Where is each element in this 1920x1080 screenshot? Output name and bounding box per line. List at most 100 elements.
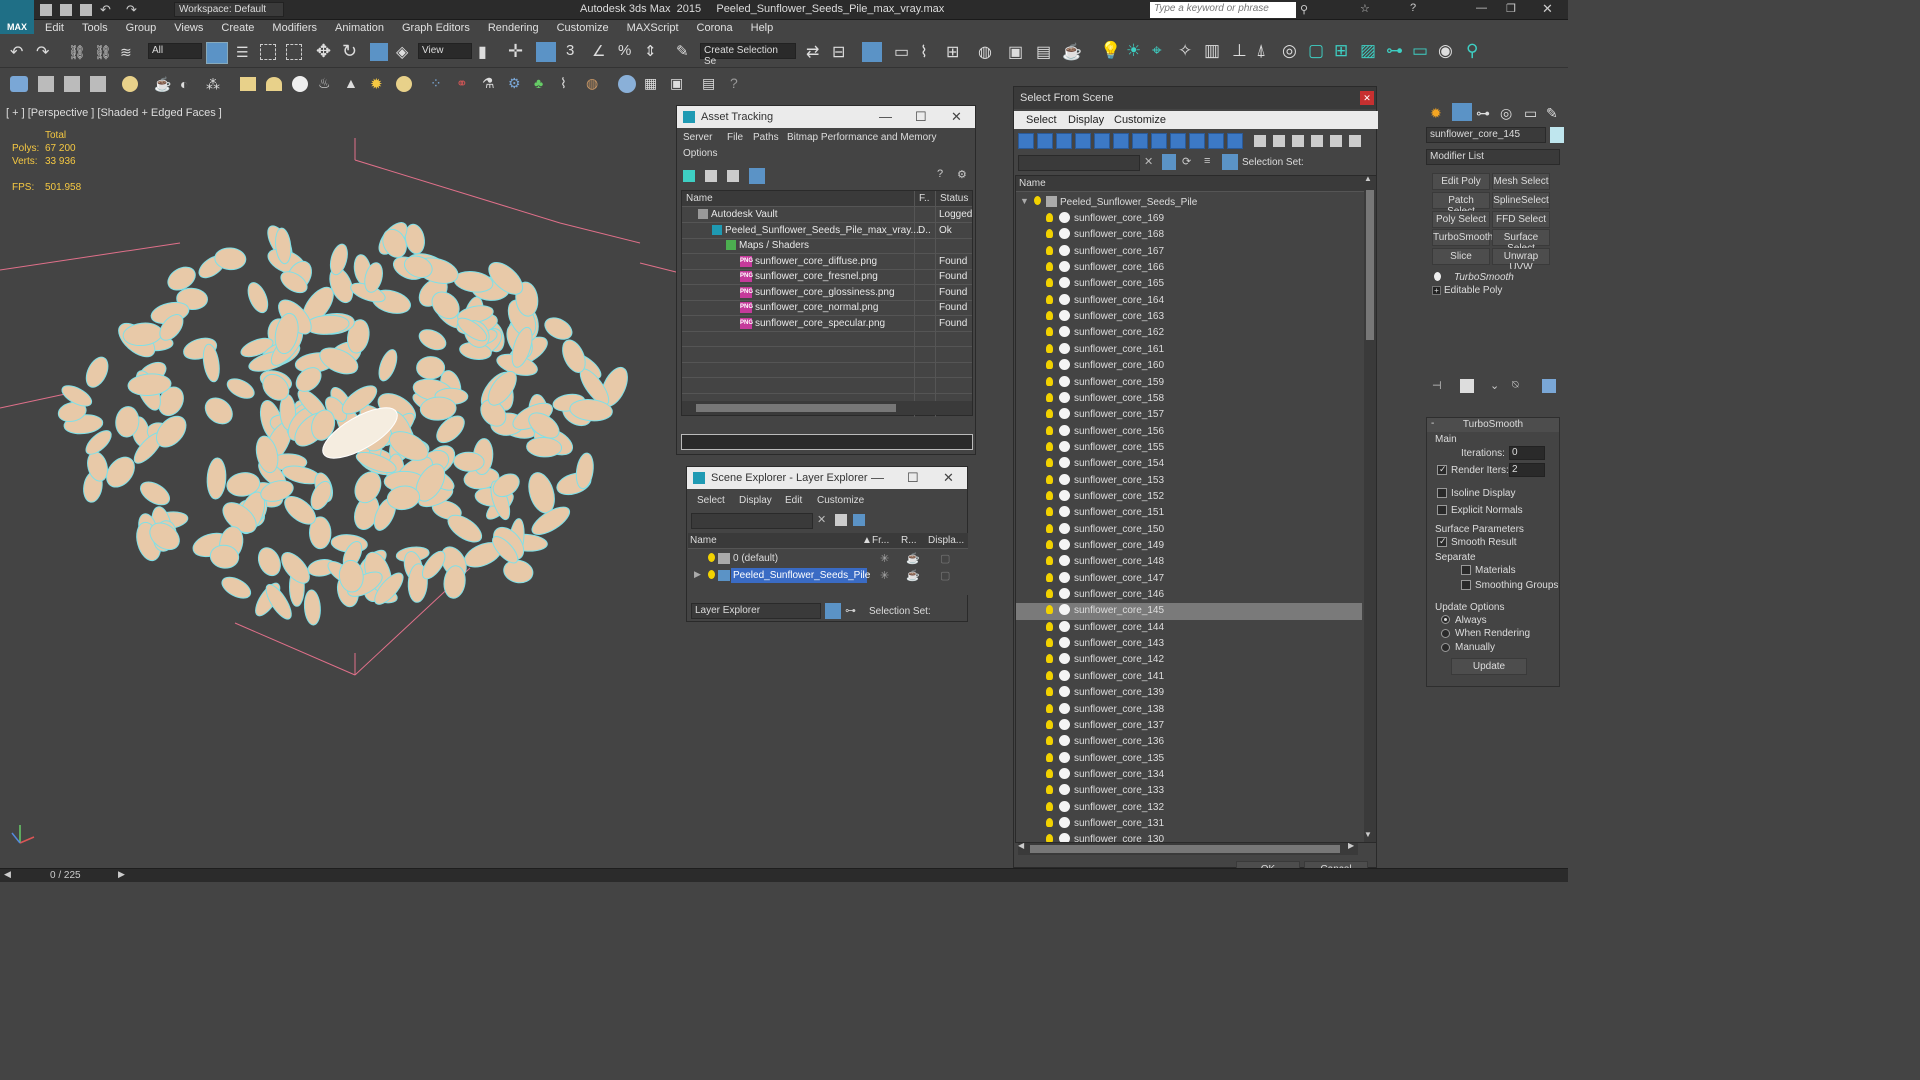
rect-selection-icon[interactable] — [260, 44, 276, 60]
asset-row[interactable]: Autodesk Vault Logged — [682, 208, 972, 223]
snaps-toggle-icon[interactable]: 3 — [566, 42, 574, 59]
render-teapot-icon[interactable]: ☕ — [906, 552, 920, 565]
helpers-filter-icon[interactable] — [1094, 133, 1110, 149]
shell-icon[interactable]: ◍ — [586, 75, 598, 92]
sort-arrow-icon[interactable]: ▲ — [862, 535, 872, 546]
object-row[interactable]: sunflower_core_163 — [1016, 309, 1362, 325]
light-bulb-icon[interactable] — [1046, 343, 1053, 353]
frame-buffer-icon[interactable]: ▥ — [1204, 41, 1220, 61]
render-iters-checkbox[interactable]: ✓ — [1437, 464, 1447, 475]
light-bulb-icon[interactable] — [1434, 272, 1441, 281]
stack-item-turbosmooth[interactable]: TurboSmooth — [1454, 272, 1514, 283]
proxy-icon[interactable]: ⊥ — [1232, 41, 1247, 61]
object-row[interactable]: sunflower_core_131 — [1016, 816, 1362, 832]
redo-icon[interactable]: ↷ — [126, 2, 137, 18]
asset-row[interactable]: Maps / Shaders — [682, 239, 972, 254]
light-bulb-icon[interactable] — [1046, 670, 1053, 680]
grid-view-icon[interactable] — [749, 168, 765, 184]
light-bulb-icon[interactable] — [1046, 409, 1053, 419]
menu-select[interactable]: Select — [697, 495, 725, 506]
containers-filter-icon[interactable] — [1189, 133, 1205, 149]
menu-customize[interactable]: Customize — [548, 20, 618, 36]
scroll-down-icon[interactable]: ▼ — [1364, 830, 1372, 839]
layer-row[interactable]: ▶ Peeled_Sunflower_Seeds_Pile ✳ ☕ ▢ — [688, 568, 968, 584]
scrollbar-thumb[interactable] — [1366, 190, 1374, 340]
col-name-header[interactable]: Name — [690, 535, 717, 546]
help-icon[interactable]: ? — [937, 168, 943, 180]
hierarchy-tab-icon[interactable]: ⊶ — [1476, 105, 1490, 122]
mesh-tool-icon[interactable]: ▨ — [1360, 41, 1376, 61]
object-row[interactable]: sunflower_core_168 — [1016, 227, 1362, 243]
expand-arrow-icon[interactable]: ▶ — [694, 569, 701, 580]
asset-row[interactable]: PNG sunflower_core_glossiness.png Found — [682, 286, 972, 301]
select-none-icon[interactable] — [1273, 135, 1285, 147]
render-frame-icon[interactable]: ▤ — [1036, 42, 1051, 62]
settings-icon[interactable]: ⚙ — [957, 168, 967, 181]
tab-customize[interactable]: Customize — [1114, 114, 1166, 126]
object-row[interactable]: sunflower_core_135 — [1016, 751, 1362, 767]
light-bulb-icon[interactable] — [1046, 458, 1053, 468]
hierarchy-icon[interactable]: ⊶ — [845, 604, 856, 617]
light-bulb-icon[interactable] — [1046, 638, 1053, 648]
minimize-icon[interactable]: — — [871, 470, 884, 485]
undo-icon[interactable]: ↶ — [100, 2, 111, 18]
light-bulb-icon[interactable] — [1046, 817, 1053, 827]
maximize-icon[interactable]: ❐ — [1506, 2, 1516, 15]
asset-row[interactable]: Peeled_Sunflower_Seeds_Pile_max_vray....… — [682, 224, 972, 239]
object-row[interactable]: sunflower_core_137 — [1016, 718, 1362, 734]
render-setup-icon[interactable]: ▣ — [1008, 42, 1023, 62]
stack-item-editable-poly[interactable]: Editable Poly — [1444, 285, 1502, 296]
tab-select[interactable]: Select — [1026, 114, 1057, 126]
light-bulb-icon[interactable] — [1046, 474, 1053, 484]
object-row[interactable]: sunflower_core_143 — [1016, 636, 1362, 652]
layer-search-input[interactable] — [691, 513, 813, 529]
seed-mesh[interactable] — [206, 457, 227, 500]
asset-hscrollbar[interactable] — [682, 401, 972, 415]
render-production-icon[interactable]: ☕ — [1062, 42, 1082, 62]
undo-icon[interactable]: ↶ — [10, 42, 23, 62]
schematic-view-icon[interactable]: ⊞ — [946, 42, 959, 62]
menu-customize[interactable]: Customize — [817, 495, 864, 506]
light-bulb-icon[interactable] — [1046, 360, 1053, 370]
help-icon[interactable]: ? — [1410, 2, 1416, 14]
seed-mesh[interactable] — [375, 347, 400, 383]
sphere-icon[interactable] — [292, 76, 308, 92]
sphere-tool-icon[interactable]: ◎ — [1282, 41, 1297, 61]
col-render-header[interactable]: R... — [901, 535, 917, 546]
prev-frame-icon[interactable]: ◀ — [4, 869, 11, 880]
spacewarps-filter-icon[interactable] — [1113, 133, 1129, 149]
seed-mesh[interactable] — [82, 354, 112, 391]
groups-filter-icon[interactable] — [1132, 133, 1148, 149]
window-crossing-icon[interactable] — [286, 44, 302, 60]
select-all-icon[interactable] — [1254, 135, 1266, 147]
ribbon-icon[interactable]: ▭ — [894, 42, 909, 62]
turbosmooth-button[interactable]: TurboSmooth — [1432, 229, 1493, 246]
object-row[interactable]: sunflower_core_146 — [1016, 587, 1362, 603]
modifier-list-dropdown[interactable]: Modifier List — [1426, 149, 1560, 165]
col-name-header[interactable]: Name — [1019, 178, 1046, 189]
scatter-icon[interactable]: ⁂ — [206, 76, 220, 93]
curve-editor-icon[interactable]: ⌇ — [920, 42, 928, 62]
mirror-icon[interactable]: ⇄ — [806, 42, 819, 62]
sfs-hscrollbar[interactable]: ◀ ▶ — [1018, 841, 1358, 855]
seed-mesh[interactable] — [137, 477, 174, 509]
menu-help[interactable]: Help — [742, 20, 783, 36]
expand-plus-icon[interactable]: + — [1432, 286, 1441, 295]
object-row[interactable]: sunflower_core_132 — [1016, 800, 1362, 816]
spinner-snap-icon[interactable]: ⇕ — [644, 42, 657, 60]
dome-light-icon[interactable] — [396, 76, 412, 92]
bind-space-warp-icon[interactable]: ≋ — [120, 44, 132, 61]
selection-filter-dropdown[interactable]: All — [148, 43, 202, 59]
light-bulb-icon[interactable] — [1046, 736, 1053, 746]
object-row[interactable]: sunflower_core_145 — [1016, 603, 1362, 620]
collapse-arrow-icon[interactable]: ▼ — [1020, 196, 1029, 206]
light-bulb-icon[interactable] — [1046, 507, 1053, 517]
minimize-icon[interactable]: — — [1476, 2, 1487, 14]
slice-button[interactable]: Slice — [1432, 248, 1490, 265]
menu-paths[interactable]: Paths — [753, 132, 779, 143]
asset-row[interactable]: PNG sunflower_core_specular.png Found — [682, 317, 972, 332]
edit-poly-button[interactable]: Edit Poly — [1432, 173, 1490, 190]
menu-edit[interactable]: Edit — [785, 495, 802, 506]
asset-tracking-icon[interactable] — [38, 76, 54, 92]
sfs-vscrollbar[interactable]: ▲ ▼ — [1364, 176, 1376, 842]
